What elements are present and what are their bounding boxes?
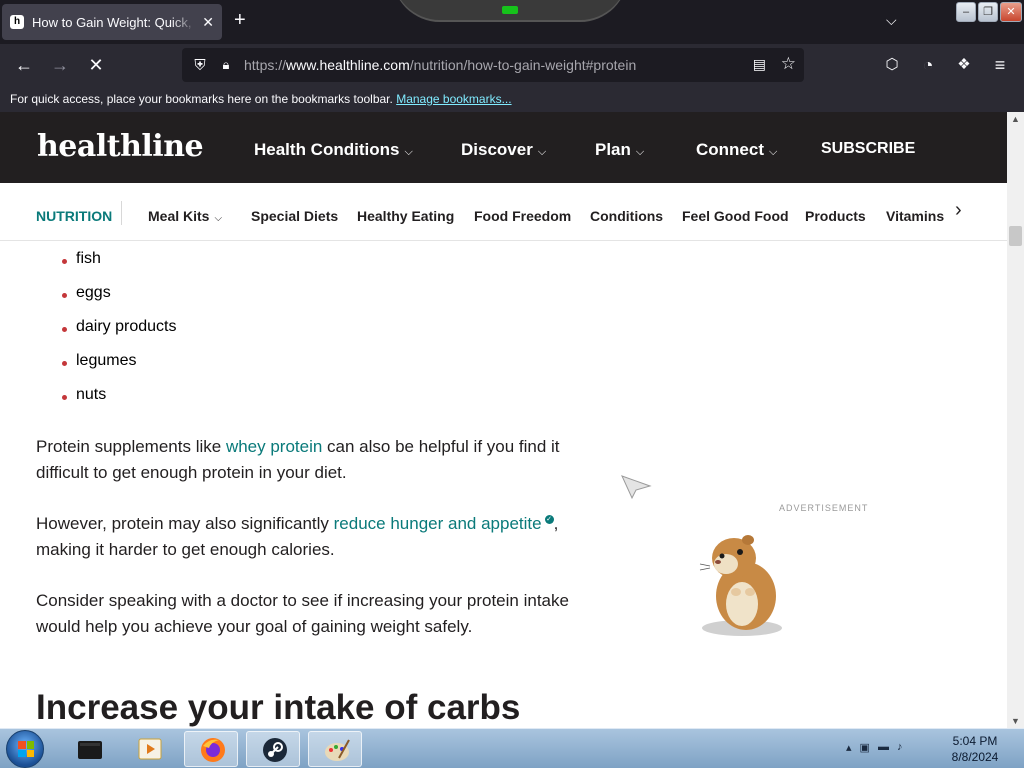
subnav-food-freedom[interactable]: Food Freedom [474,208,571,224]
chevron-down-icon: ⌵ [214,213,223,224]
taskbar-firefox[interactable] [184,731,238,767]
bookmark-star-icon[interactable]: ☆ [781,54,796,74]
bookmarks-message: For quick access, place your bookmarks h… [10,92,393,106]
section-heading: Increase your intake of carbs [36,688,521,727]
subnav-conditions[interactable]: Conditions [590,208,663,224]
back-button[interactable]: ← [12,53,36,77]
camera-notch [392,0,628,20]
show-hidden-icons-arrow-icon[interactable]: ▴ [846,741,852,754]
verified-check-icon: ✓ [544,515,554,524]
start-button[interactable] [6,730,44,768]
display-tray-icon[interactable]: ▬ [878,741,889,754]
reader-view-icon[interactable]: ▤ [753,56,766,73]
healthline-logo[interactable]: healthline [37,129,204,164]
forward-button[interactable]: → [48,53,72,77]
subnav-products[interactable]: Products [805,208,866,224]
scroll-up-arrow-icon[interactable]: ▲ [1011,114,1020,124]
subnav-nutrition[interactable]: NUTRITION [36,208,112,224]
clock-date: 8/8/2024 [951,750,999,764]
tab-strip: h How to Gain Weight: Quick, Safe ✕ + ⌵ … [0,0,1024,44]
media-player-icon [138,738,162,760]
vertical-scrollbar[interactable]: ▲ ▼ [1007,112,1024,728]
chevron-down-icon: ⌵ [635,146,645,158]
healthline-favicon-icon: h [10,15,24,29]
taskbar-media-player[interactable] [122,731,176,767]
chevron-down-icon: ⌵ [404,146,413,158]
chevron-down-icon: ⌵ [769,146,778,158]
account-icon[interactable]: ◔ [916,53,940,77]
paragraph-supplements: Protein supplements like whey protein ca… [36,437,560,482]
whey-protein-link[interactable]: whey protein [226,437,322,456]
tab-close-icon[interactable]: ✕ [202,14,214,31]
list-all-tabs-chevron-icon[interactable]: ⌵ [886,12,897,29]
paragraph-consult: Consider speaking with a doctor to see i… [36,591,569,636]
stop-loading-button[interactable]: ✕ [84,53,108,77]
scroll-down-arrow-icon[interactable]: ▼ [1011,716,1020,726]
network-tray-icon[interactable]: ▣ [860,741,870,754]
subnav-meal-kits[interactable]: Meal Kits ⌵ [148,208,222,224]
subnav-divider [121,201,122,225]
nav-connect[interactable]: Connect ⌵ [696,140,777,160]
restore-button[interactable]: ❐ [978,2,998,22]
subscribe-button[interactable]: SUBSCRIBE [821,140,915,158]
windows-taskbar: ▴ ▣ ▬ ♪ 5:04 PM 8/8/2024 [0,728,1024,768]
window-controls: – ❐ ✕ [956,2,1022,22]
nav-plan[interactable]: Plan ⌵ [595,140,644,160]
address-bar[interactable]: ⛨ 🔒︎ https://www.healthline.com/nutritio… [182,48,804,82]
minimize-button[interactable]: – [956,2,976,22]
system-tray: ▴ ▣ ▬ ♪ [846,741,902,754]
webcam-led-icon [502,6,518,14]
pocket-icon[interactable]: ⬡ [880,53,904,77]
tab-title: How to Gain Weight: Quick, Safe [32,14,196,30]
paint-icon [325,739,350,761]
list-item: eggs [62,284,111,301]
windows-logo-icon [18,741,34,757]
subnav-next-chevron-icon[interactable]: › [955,199,962,222]
hamster-ad-image[interactable] [696,528,782,638]
list-item: nuts [61,386,107,403]
volume-tray-icon[interactable]: ♪ [897,741,903,754]
taskbar-terminal[interactable] [62,731,116,767]
list-item: legumes [61,352,137,369]
lock-icon[interactable]: 🔒︎ [218,57,234,73]
system-clock[interactable]: 5:04 PM 8/8/2024 [940,733,1010,765]
firefox-icon [201,738,225,762]
tracking-protection-shield-icon[interactable]: ⛨ [190,57,210,74]
manage-bookmarks-link[interactable]: Manage bookmarks... [396,92,511,106]
extensions-icon[interactable]: ❖ [952,53,976,77]
web-content: healthline Health Conditions ⌵ Discover ⌵ … [0,112,1007,728]
list-item: dairy products [62,318,177,335]
mouse-pointer-icon [621,475,652,500]
clock-time: 5:04 PM [952,734,998,748]
reduce-hunger-link[interactable]: reduce hunger and appetite [334,514,542,533]
subnav-feel-good-food[interactable]: Feel Good Food [682,208,789,224]
bookmarks-toolbar: For quick access, place your bookmarks h… [0,86,1024,112]
nav-discover[interactable]: Discover ⌵ [461,140,546,160]
paragraph-appetite: However, protein may also significantly … [36,514,559,559]
close-window-button[interactable]: ✕ [1000,2,1022,22]
subnav-vitamins[interactable]: Vitamins [886,208,944,224]
navigation-toolbar: ← → ✕ ⛨ 🔒︎ https://www.healthline.com/nu… [0,44,1024,86]
nutrition-subnav: NUTRITION Meal Kits ⌵ Special Diets Healt… [0,183,1007,241]
subnav-healthy-eating[interactable]: Healthy Eating [357,208,454,224]
terminal-icon [78,741,102,759]
scrollbar-thumb[interactable] [1009,226,1022,246]
list-item: fish [62,250,101,267]
nav-health-conditions[interactable]: Health Conditions ⌵ [254,140,413,160]
url-text[interactable]: https://www.healthline.com/nutrition/how… [244,57,636,73]
taskbar-steam[interactable] [246,731,300,767]
advertisement-label: ADVERTISEMENT [779,503,869,513]
taskbar-paint[interactable] [308,731,362,767]
steam-icon [263,738,287,762]
browser-tab[interactable]: h How to Gain Weight: Quick, Safe ✕ [2,4,222,40]
chevron-down-icon: ⌵ [537,146,547,158]
app-menu-icon[interactable]: ≡ [988,53,1012,77]
new-tab-button[interactable]: + [234,10,246,30]
subnav-special-diets[interactable]: Special Diets [251,208,338,224]
site-header: healthline Health Conditions ⌵ Discover ⌵ … [0,112,1007,183]
